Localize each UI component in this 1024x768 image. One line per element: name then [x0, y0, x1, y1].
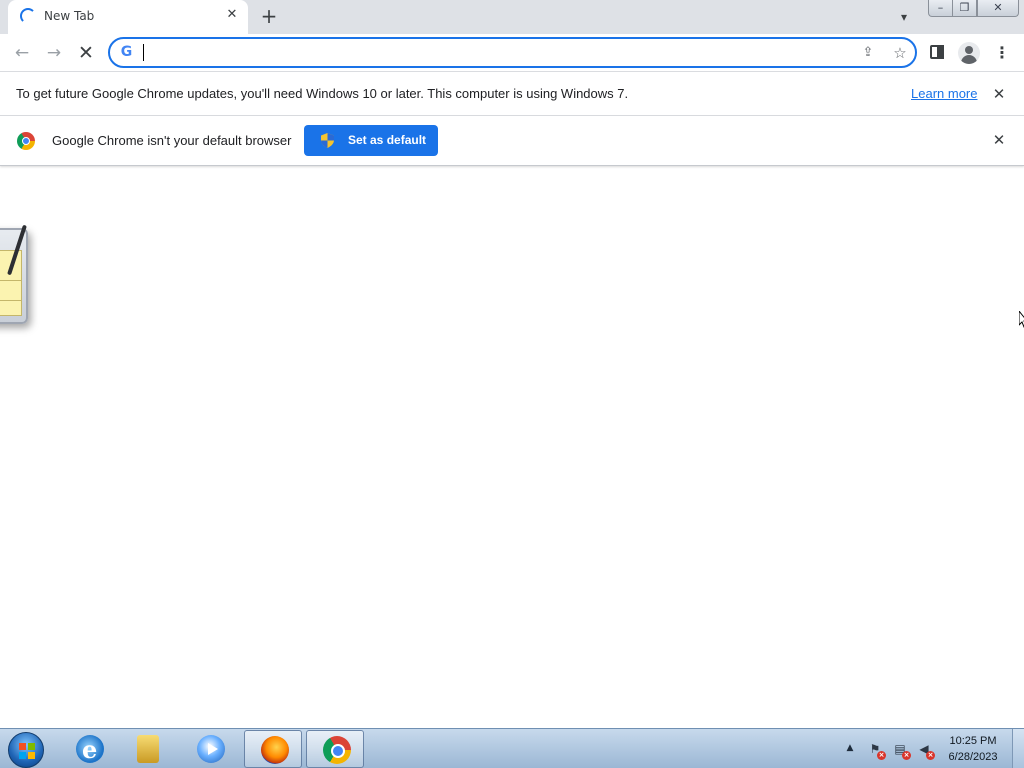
loading-spinner-icon: [20, 8, 36, 24]
tab-strip: New Tab ✕ + ▾ – ❐ ✕: [0, 0, 1024, 34]
close-window-button[interactable]: ✕: [977, 0, 1019, 17]
set-as-default-button[interactable]: Set as default: [304, 125, 438, 156]
taskbar-internet-explorer[interactable]: [60, 730, 118, 768]
toolbar: ← → ✕ G ⇪ ☆ ⋮: [0, 34, 1024, 71]
default-browser-infobar: Google Chrome isn't your default browser…: [0, 116, 1024, 166]
folder-icon: [137, 735, 159, 763]
taskbar-chrome[interactable]: [306, 730, 364, 768]
side-panel-icon[interactable]: [928, 43, 946, 61]
mouse-cursor-icon: [1019, 311, 1024, 328]
minimize-button[interactable]: –: [928, 0, 953, 17]
back-button[interactable]: ←: [9, 40, 35, 66]
update-message: To get future Google Chrome updates, you…: [16, 86, 629, 101]
firefox-icon: [261, 736, 289, 764]
show-desktop-button[interactable]: [1012, 729, 1024, 768]
close-icon[interactable]: ✕: [224, 7, 240, 23]
sticky-notes-gadget-icon[interactable]: [0, 224, 28, 324]
notes-line: [0, 300, 22, 301]
update-infobar: To get future Google Chrome updates, you…: [0, 71, 1024, 116]
new-tab-button[interactable]: +: [258, 5, 280, 27]
google-icon: G: [120, 44, 133, 60]
share-icon[interactable]: ⇪: [858, 43, 878, 63]
mute-badge-icon: ×: [926, 751, 935, 760]
taskbar-media-player[interactable]: [181, 730, 239, 768]
chrome-logo-center: [22, 137, 30, 145]
profile-body: [961, 55, 977, 64]
chrome-icon: [323, 736, 351, 764]
uac-shield-icon: [321, 133, 334, 148]
maximize-button[interactable]: ❐: [952, 0, 977, 17]
chevron-down-icon[interactable]: ▾: [894, 7, 914, 27]
address-input[interactable]: [142, 43, 842, 62]
show-hidden-icons-button[interactable]: ▲: [845, 742, 855, 754]
screen: New Tab ✕ + ▾ – ❐ ✕ ← → ✕ G ⇪ ☆ ⋮ To get…: [0, 0, 1024, 768]
learn-more-link[interactable]: Learn more: [911, 86, 977, 101]
close-icon[interactable]: ✕: [990, 85, 1008, 103]
profile-avatar[interactable]: [958, 42, 980, 64]
taskbar-windows-explorer[interactable]: [118, 730, 176, 768]
clock-time: 10:25 PM: [949, 735, 997, 747]
action-center-flag-icon[interactable]: ⚑ ×: [866, 740, 886, 760]
error-badge-icon: ×: [902, 751, 911, 760]
network-icon[interactable]: ▤ ×: [891, 740, 911, 760]
internet-explorer-icon: [76, 735, 104, 764]
volume-muted-icon[interactable]: ◀ ×: [915, 740, 935, 760]
clock-date: 6/28/2023: [948, 751, 998, 763]
tab-title: New Tab: [44, 9, 95, 23]
media-player-icon: [197, 735, 225, 763]
taskbar-firefox[interactable]: [244, 730, 302, 768]
error-badge-icon: ×: [877, 751, 886, 760]
taskbar: ▲ ⚑× ▤× ◀× 10:25 PM 6/28/2023: [0, 728, 1024, 768]
address-bar[interactable]: G ⇪ ☆: [108, 37, 917, 68]
windows-logo-icon: [19, 743, 35, 759]
menu-kebab-icon[interactable]: ⋮: [994, 41, 1010, 65]
notes-line: [0, 280, 22, 281]
forward-button[interactable]: →: [41, 40, 67, 66]
bookmark-star-icon[interactable]: ☆: [890, 43, 910, 63]
stop-loading-button[interactable]: ✕: [73, 40, 99, 66]
set-as-default-label: Set as default: [348, 133, 427, 147]
chrome-logo-icon: [17, 132, 35, 150]
side-panel-bar: [937, 45, 944, 59]
profile-head: [965, 46, 973, 54]
start-button[interactable]: [8, 732, 44, 768]
system-clock[interactable]: 10:25 PM 6/28/2023: [940, 733, 1006, 765]
close-icon[interactable]: ✕: [990, 131, 1008, 149]
text-caret: [143, 44, 144, 61]
tab-new-tab[interactable]: New Tab ✕: [8, 0, 248, 34]
default-browser-message: Google Chrome isn't your default browser: [52, 133, 292, 148]
